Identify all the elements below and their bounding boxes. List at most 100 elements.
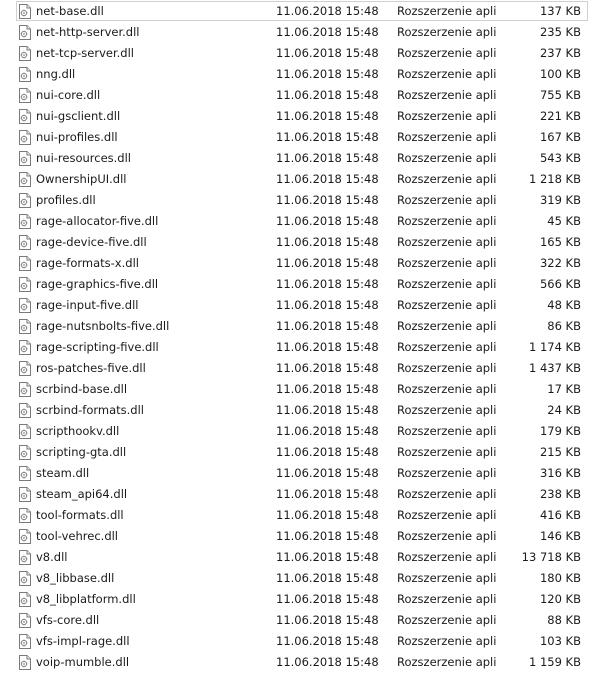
file-modified-date: 11.06.2018 15:48 xyxy=(276,445,379,459)
dll-file-icon xyxy=(19,655,31,670)
file-type: Rozszerzenie aplik... xyxy=(397,466,497,480)
file-row[interactable]: rage-input-five.dll 11.06.2018 15:48 Roz… xyxy=(0,295,601,316)
file-name[interactable]: net-tcp-server.dll xyxy=(36,43,134,64)
file-row[interactable]: OwnershipUI.dll 11.06.2018 15:48 Rozszer… xyxy=(0,169,601,190)
file-row[interactable]: vfs-impl-rage.dll 11.06.2018 15:48 Rozsz… xyxy=(0,631,601,652)
file-row[interactable]: rage-device-five.dll 11.06.2018 15:48 Ro… xyxy=(0,232,601,253)
file-row[interactable]: v8_libbase.dll 11.06.2018 15:48 Rozszerz… xyxy=(0,568,601,589)
file-row[interactable]: voip-mumble.dll 11.06.2018 15:48 Rozszer… xyxy=(0,652,601,673)
file-type: Rozszerzenie aplik... xyxy=(397,193,497,207)
file-size: 167 KB xyxy=(539,130,581,144)
file-row[interactable]: nui-resources.dll 11.06.2018 15:48 Rozsz… xyxy=(0,148,601,169)
file-row[interactable]: nui-core.dll 11.06.2018 15:48 Rozszerzen… xyxy=(0,85,601,106)
file-name[interactable]: nui-gsclient.dll xyxy=(36,106,120,127)
file-name[interactable]: v8_libplatform.dll xyxy=(36,589,136,610)
file-row[interactable]: steam.dll 11.06.2018 15:48 Rozszerzenie … xyxy=(0,463,601,484)
file-size: 316 KB xyxy=(539,466,581,480)
file-row[interactable]: rage-formats-x.dll 11.06.2018 15:48 Rozs… xyxy=(0,253,601,274)
file-row[interactable]: v8_libplatform.dll 11.06.2018 15:48 Rozs… xyxy=(0,589,601,610)
file-row[interactable]: rage-graphics-five.dll 11.06.2018 15:48 … xyxy=(0,274,601,295)
file-type: Rozszerzenie aplik... xyxy=(397,340,497,354)
file-type: Rozszerzenie aplik... xyxy=(397,4,497,18)
file-name[interactable]: tool-vehrec.dll xyxy=(36,526,118,547)
file-row[interactable]: profiles.dll 11.06.2018 15:48 Rozszerzen… xyxy=(0,190,601,211)
file-row[interactable]: steam_api64.dll 11.06.2018 15:48 Rozszer… xyxy=(0,484,601,505)
file-type: Rozszerzenie aplik... xyxy=(397,130,497,144)
file-name[interactable]: nui-resources.dll xyxy=(36,148,131,169)
file-row[interactable]: tool-vehrec.dll 11.06.2018 15:48 Rozszer… xyxy=(0,526,601,547)
file-name[interactable]: OwnershipUI.dll xyxy=(36,169,126,190)
file-row[interactable]: v8.dll 11.06.2018 15:48 Rozszerzenie apl… xyxy=(0,547,601,568)
file-size: 165 KB xyxy=(539,235,581,249)
file-type: Rozszerzenie aplik... xyxy=(397,445,497,459)
file-name[interactable]: scrbind-formats.dll xyxy=(36,400,144,421)
file-row[interactable]: scrbind-formats.dll 11.06.2018 15:48 Roz… xyxy=(0,400,601,421)
file-modified-date: 11.06.2018 15:48 xyxy=(276,172,379,186)
file-name[interactable]: net-http-server.dll xyxy=(36,22,139,43)
file-name[interactable]: v8.dll xyxy=(36,547,67,568)
dll-file-icon xyxy=(19,109,31,124)
file-size: 103 KB xyxy=(539,634,581,648)
file-size: 86 KB xyxy=(547,319,581,333)
file-name[interactable]: ros-patches-five.dll xyxy=(36,358,146,379)
file-type: Rozszerzenie aplik... xyxy=(397,550,497,564)
file-row[interactable]: rage-allocator-five.dll 11.06.2018 15:48… xyxy=(0,211,601,232)
file-type: Rozszerzenie aplik... xyxy=(397,508,497,522)
file-type: Rozszerzenie aplik... xyxy=(397,172,497,186)
file-name[interactable]: rage-nutsnbolts-five.dll xyxy=(36,316,169,337)
file-name[interactable]: scrbind-base.dll xyxy=(36,379,127,400)
file-row[interactable]: scrbind-base.dll 11.06.2018 15:48 Rozsze… xyxy=(0,379,601,400)
file-name[interactable]: net-base.dll xyxy=(36,1,104,22)
file-row[interactable]: net-http-server.dll 11.06.2018 15:48 Roz… xyxy=(0,22,601,43)
file-row[interactable]: nui-gsclient.dll 11.06.2018 15:48 Rozsze… xyxy=(0,106,601,127)
file-name[interactable]: steam.dll xyxy=(36,463,89,484)
file-name[interactable]: rage-graphics-five.dll xyxy=(36,274,158,295)
file-row[interactable]: net-base.dll 11.06.2018 15:48 Rozszerzen… xyxy=(0,1,601,22)
file-name[interactable]: nng.dll xyxy=(36,64,75,85)
file-row[interactable]: rage-scripting-five.dll 11.06.2018 15:48… xyxy=(0,337,601,358)
file-name[interactable]: steam_api64.dll xyxy=(36,484,127,505)
dll-file-icon xyxy=(19,592,31,607)
dll-file-icon xyxy=(19,424,31,439)
file-name[interactable]: vfs-impl-rage.dll xyxy=(36,631,130,652)
file-name[interactable]: rage-formats-x.dll xyxy=(36,253,139,274)
file-type: Rozszerzenie aplik... xyxy=(397,382,497,396)
dll-file-icon xyxy=(19,67,31,82)
file-modified-date: 11.06.2018 15:48 xyxy=(276,88,379,102)
file-modified-date: 11.06.2018 15:48 xyxy=(276,550,379,564)
file-name[interactable]: scripthookv.dll xyxy=(36,421,119,442)
file-row[interactable]: nui-profiles.dll 11.06.2018 15:48 Rozsze… xyxy=(0,127,601,148)
file-name[interactable]: rage-device-five.dll xyxy=(36,232,147,253)
file-name[interactable]: nui-profiles.dll xyxy=(36,127,118,148)
file-row[interactable]: net-tcp-server.dll 11.06.2018 15:48 Rozs… xyxy=(0,43,601,64)
file-type: Rozszerzenie aplik... xyxy=(397,529,497,543)
file-name[interactable]: scripting-gta.dll xyxy=(36,442,126,463)
file-row[interactable]: rage-nutsnbolts-five.dll 11.06.2018 15:4… xyxy=(0,316,601,337)
file-row[interactable]: tool-formats.dll 11.06.2018 15:48 Rozsze… xyxy=(0,505,601,526)
file-name[interactable]: nui-core.dll xyxy=(36,85,100,106)
file-size: 48 KB xyxy=(547,298,581,312)
file-size: 120 KB xyxy=(539,592,581,606)
file-size: 755 KB xyxy=(539,88,581,102)
file-row[interactable]: scripthookv.dll 11.06.2018 15:48 Rozszer… xyxy=(0,421,601,442)
file-row[interactable]: scripting-gta.dll 11.06.2018 15:48 Rozsz… xyxy=(0,442,601,463)
file-row[interactable]: vfs-core.dll 11.06.2018 15:48 Rozszerzen… xyxy=(0,610,601,631)
file-name[interactable]: tool-formats.dll xyxy=(36,505,124,526)
file-name[interactable]: rage-allocator-five.dll xyxy=(36,211,158,232)
file-name[interactable]: vfs-core.dll xyxy=(36,610,99,631)
dll-file-icon xyxy=(19,319,31,334)
dll-file-icon xyxy=(19,340,31,355)
file-type: Rozszerzenie aplik... xyxy=(397,151,497,165)
dll-file-icon xyxy=(19,130,31,145)
file-name[interactable]: profiles.dll xyxy=(36,190,96,211)
file-type: Rozszerzenie aplik... xyxy=(397,634,497,648)
file-name[interactable]: rage-scripting-five.dll xyxy=(36,337,159,358)
file-row[interactable]: nng.dll 11.06.2018 15:48 Rozszerzenie ap… xyxy=(0,64,601,85)
file-type: Rozszerzenie aplik... xyxy=(397,592,497,606)
file-modified-date: 11.06.2018 15:48 xyxy=(276,214,379,228)
file-name[interactable]: rage-input-five.dll xyxy=(36,295,139,316)
dll-file-icon xyxy=(19,172,31,187)
file-name[interactable]: v8_libbase.dll xyxy=(36,568,114,589)
file-name[interactable]: voip-mumble.dll xyxy=(36,652,129,673)
file-row[interactable]: ros-patches-five.dll 11.06.2018 15:48 Ro… xyxy=(0,358,601,379)
